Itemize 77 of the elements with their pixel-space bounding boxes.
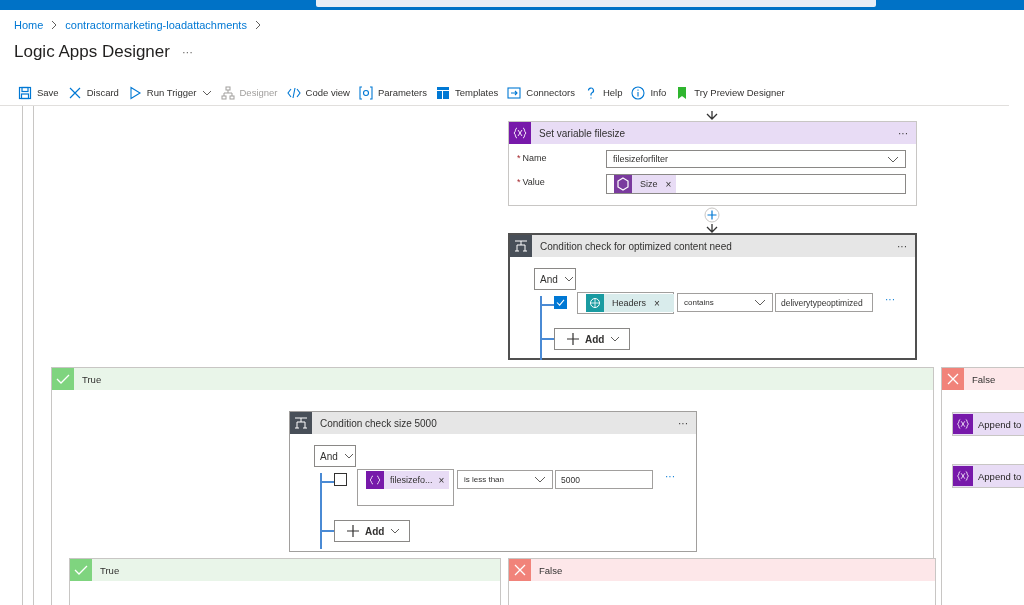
branch-title: True [82,373,102,385]
card-title: Set variable filesize [539,127,627,139]
operand-field[interactable]: Headers × [577,292,674,314]
toolbar-button[interactable]: Templates [433,81,505,104]
check-icon [556,299,565,306]
chevron-icon [610,336,621,342]
chevron-icon [343,453,354,459]
chevron-icon [563,276,574,282]
value-field[interactable]: 5000 [555,470,653,489]
toolbar-button[interactable]: Parameters [355,81,433,104]
checkbox[interactable] [334,473,347,486]
hexagon-icon [614,175,632,193]
more-button[interactable]: ··· [897,240,915,252]
variable-icon [953,413,973,435]
toolbar-button[interactable]: Code view [283,81,356,104]
chevron-icon [254,20,261,30]
hierarchy-icon [220,85,235,100]
toolbar-button[interactable]: Try Preview Designer [672,81,791,104]
more-button[interactable]: ··· [885,294,895,305]
card-title: Condition check for optimized content need [540,240,733,252]
operator-dropdown[interactable]: contains [677,293,773,312]
variable-icon [953,465,973,487]
token-chip[interactable]: Size × [614,175,677,193]
close-icon [67,85,82,100]
branch-title: True [100,564,120,576]
toolbar-button[interactable]: Save [15,81,65,104]
breadcrumb-link[interactable]: contractormarketing-loadattachments [65,19,247,31]
save-icon [18,85,32,100]
value-field[interactable]: Size × [606,174,906,194]
more-button[interactable]: ··· [898,127,916,139]
chevron-icon [51,20,58,30]
add-step-icon[interactable] [704,207,720,223]
chevron-icon [534,476,546,483]
variable-icon [366,471,384,489]
action-card[interactable]: Append to [952,464,1024,488]
card-title: Condition check size 5000 [320,417,438,429]
operator-dropdown[interactable]: is less than [457,470,553,489]
token-chip[interactable]: filesizefo... × [366,471,450,489]
checkbox[interactable] [554,296,567,309]
arrow-icon [706,111,718,120]
toolbar-button[interactable]: Discard [64,81,125,104]
arrow-icon [706,224,718,233]
value-field[interactable]: deliverytypeoptimized [775,293,873,312]
breadcrumb-link[interactable]: Home [14,19,44,31]
info-icon [631,85,646,100]
more-button[interactable]: ··· [181,46,193,58]
branch-title: False [539,564,563,576]
code-icon [286,85,301,100]
plus-icon [347,525,359,537]
toolbar-button[interactable]: Info [628,81,673,104]
field-label: * Name [517,152,548,163]
chevron-icon [754,299,766,306]
add-button[interactable]: Add [334,520,410,542]
page-title: Logic Apps Designer [14,42,170,62]
grid-icon [436,85,450,100]
action-card[interactable]: Append to [952,412,1024,436]
bracket-icon [358,85,373,100]
play-icon [127,85,142,100]
field-label: * Value [517,176,546,187]
chevron-icon [390,528,401,534]
branch-title: False [972,373,996,385]
more-button[interactable]: ··· [665,471,675,482]
connector-icon [507,85,522,100]
operand-field[interactable]: filesizefo... × [357,469,454,506]
globe-icon [586,294,604,312]
group-dropdown[interactable]: And [534,268,576,290]
toolbar-button[interactable]: Help [580,81,629,104]
add-button[interactable]: Add [554,328,630,350]
group-dropdown[interactable]: And [314,445,356,467]
name-dropdown[interactable]: filesizeforfilter [606,150,906,168]
toolbar-button[interactable]: Connectors [504,81,581,104]
chevron-icon [887,155,899,163]
search-field[interactable] [316,0,876,7]
more-button[interactable]: ··· [678,417,696,429]
toolbar-button[interactable]: Run Trigger [124,81,218,104]
plus-icon [567,333,579,345]
token-chip[interactable]: Headers × [586,294,674,312]
